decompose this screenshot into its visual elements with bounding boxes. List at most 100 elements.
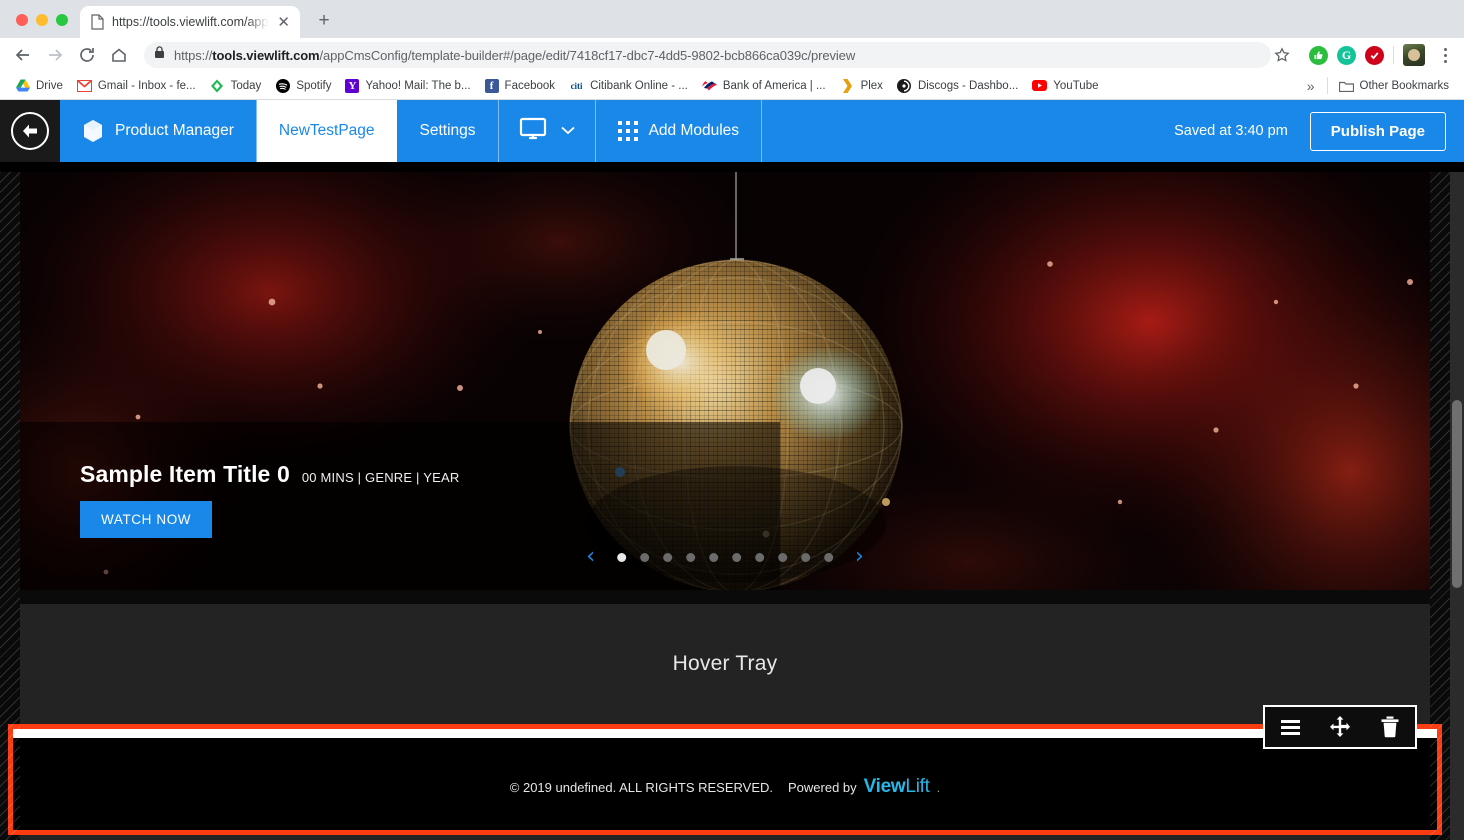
thumbs-up-extension-icon[interactable] [1309, 45, 1328, 65]
bookmark-label: Spotify [296, 79, 332, 92]
bookmark-label: Discogs - Dashbo... [917, 79, 1019, 92]
bookmark-plex[interactable]: Plex [833, 75, 890, 96]
navigation-bar: https://tools.viewlift.com/appCmsConfig/… [0, 38, 1464, 72]
reload-icon[interactable] [72, 40, 102, 70]
today-icon [210, 78, 225, 93]
add-modules-label: Add Modules [648, 122, 740, 139]
url-domain: tools.viewlift.com [212, 47, 320, 63]
hero-meta: 00 MINS | GENRE | YEAR [301, 470, 460, 485]
close-icon[interactable]: ✕ [277, 15, 290, 30]
nav-settings[interactable]: Settings [398, 100, 499, 162]
bookmark-label: YouTube [1053, 79, 1099, 92]
viewlift-logo-suffix: . [936, 779, 941, 795]
facebook-icon: f [484, 78, 499, 93]
publish-page-button[interactable]: Publish Page [1309, 111, 1446, 151]
bookmark-youtube[interactable]: YouTube [1025, 75, 1105, 96]
bookmark-bank-of-america[interactable]: Bank of America | ... [695, 75, 833, 96]
nav-newtestpage[interactable]: NewTestPage [256, 100, 398, 162]
tab-title: https://tools.viewlift.com/appC [112, 15, 270, 29]
back-arrow-icon[interactable] [8, 40, 38, 70]
checkmark-extension-icon[interactable] [1365, 45, 1384, 65]
hero-title: Sample Item Title 0 [80, 461, 290, 487]
plex-icon [840, 78, 855, 93]
page-preview-canvas: Sample Item Title 0 00 MINS | GENRE | YE… [0, 172, 1464, 840]
address-bar[interactable]: https://tools.viewlift.com/appCmsConfig/… [144, 42, 1290, 68]
forward-arrow-icon[interactable] [40, 40, 70, 70]
chevron-down-icon [560, 122, 575, 140]
bookmark-facebook[interactable]: f Facebook [478, 76, 563, 96]
drive-icon [15, 78, 30, 93]
spotify-icon [275, 78, 290, 93]
desktop-monitor-icon [519, 117, 547, 146]
home-icon[interactable] [104, 40, 134, 70]
bookmark-gmail[interactable]: Gmail - Inbox - fe... [70, 75, 203, 96]
bookmarks-overflow-button[interactable]: » [1299, 75, 1323, 97]
add-modules-button[interactable]: Add Modules [596, 100, 763, 162]
url-path: /appCmsConfig/template-builder#/page/edi… [319, 47, 856, 63]
page-scrollbar[interactable] [1450, 172, 1464, 840]
bookmark-today[interactable]: Today [203, 75, 269, 96]
carousel-dot[interactable] [778, 552, 787, 562]
grammarly-extension-icon[interactable]: G [1337, 45, 1356, 65]
new-tab-button[interactable]: + [310, 7, 338, 35]
carousel-dot[interactable] [755, 552, 764, 562]
avatar[interactable] [1403, 44, 1425, 66]
tab-strip: https://tools.viewlift.com/appC ✕ + [0, 0, 1464, 38]
hamburger-icon [1280, 719, 1300, 735]
carousel-dot[interactable] [732, 552, 741, 562]
module-menu-icon[interactable] [1265, 707, 1315, 747]
youtube-icon [1032, 78, 1048, 93]
footer-module-selected[interactable]: © 2019 undefined. ALL RIGHTS RESERVED. P… [8, 705, 1442, 835]
module-delete-icon[interactable] [1365, 707, 1415, 747]
bookmark-citibank[interactable]: citi Citibank Online - ... [562, 75, 695, 96]
module-toolbar [1263, 705, 1417, 749]
carousel-next-icon[interactable]: › [855, 546, 864, 568]
chrome-menu-icon[interactable] [1434, 42, 1456, 68]
back-circle-arrow-icon [11, 112, 49, 150]
nav-product-manager[interactable]: Product Manager [60, 100, 257, 162]
bookmark-yahoo-mail[interactable]: Y Yahoo! Mail: The b... [338, 76, 477, 96]
bookmark-star-icon[interactable] [1267, 40, 1297, 70]
carousel-dot[interactable] [663, 552, 672, 562]
footer-copyright: © 2019 undefined. ALL RIGHTS RESERVED. [509, 779, 773, 795]
browser-tab[interactable]: https://tools.viewlift.com/appC ✕ [80, 6, 300, 38]
hero-carousel-module[interactable]: Sample Item Title 0 00 MINS | GENRE | YE… [20, 172, 1430, 590]
divider [1393, 46, 1394, 64]
close-window-button[interactable] [16, 14, 28, 26]
bookmark-label: Plex [860, 79, 883, 92]
bookmark-label: Gmail - Inbox - fe... [97, 79, 196, 92]
carousel-prev-icon[interactable]: ‹ [586, 546, 595, 568]
maximize-window-button[interactable] [56, 14, 68, 26]
carousel-dot[interactable] [617, 552, 626, 562]
yahoo-icon: Y [345, 78, 360, 93]
carousel-dots [617, 552, 833, 562]
carousel-dot[interactable] [686, 552, 695, 562]
carousel-dot[interactable] [640, 552, 649, 562]
gmail-icon [76, 78, 92, 93]
bookmark-spotify[interactable]: Spotify [268, 75, 338, 96]
nav-label: NewTestPage [278, 122, 375, 139]
carousel-dot[interactable] [824, 552, 833, 562]
nav-label: Settings [419, 122, 476, 139]
scrollbar-thumb[interactable] [1452, 400, 1462, 588]
cube-icon [82, 119, 104, 143]
watch-now-button[interactable]: WATCH NOW [80, 501, 213, 538]
window-controls [10, 14, 80, 38]
bookmark-discogs[interactable]: Discogs - Dashbo... [890, 75, 1025, 96]
discogs-icon [897, 78, 912, 93]
carousel-navigation: ‹ › [586, 546, 864, 568]
url-scheme: https:// [174, 47, 213, 63]
divider [1326, 77, 1328, 94]
device-preview-selector[interactable] [499, 100, 596, 162]
hero-caption: Sample Item Title 0 00 MINS | GENRE | YE… [80, 461, 459, 538]
carousel-dot[interactable] [801, 552, 810, 562]
module-move-icon[interactable] [1315, 707, 1365, 747]
extension-icons: G [1309, 42, 1456, 68]
other-bookmarks-folder[interactable]: Other Bookmarks [1332, 75, 1456, 96]
bookmark-label: Citibank Online - ... [590, 79, 688, 92]
bookmark-drive[interactable]: Drive [8, 75, 70, 96]
citibank-icon: citi [570, 80, 583, 91]
carousel-dot[interactable] [709, 552, 718, 562]
back-to-dashboard-button[interactable] [0, 100, 60, 162]
minimize-window-button[interactable] [36, 14, 48, 26]
